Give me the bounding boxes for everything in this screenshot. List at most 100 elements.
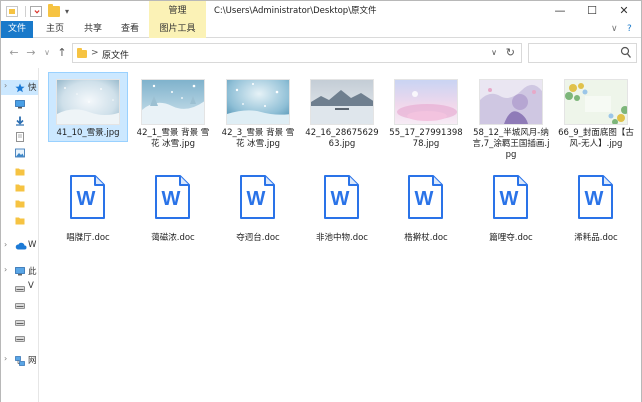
nav-item[interactable]: › 网 [1, 353, 38, 368]
svg-text:W: W [331, 188, 350, 210]
close-button[interactable]: ✕ [608, 1, 640, 21]
nav-item-label: V [28, 281, 34, 291]
expand-chevron-icon[interactable]: › [4, 240, 7, 249]
file-tile[interactable]: W 梏擀杖.doc [387, 171, 465, 247]
back-button[interactable]: ← [6, 45, 22, 61]
nav-item[interactable] [1, 196, 38, 211]
desktop-icon [15, 100, 25, 109]
separator [25, 5, 26, 17]
file-tile[interactable]: W 浠耗品.doc [557, 171, 635, 247]
image-thumbnail [226, 79, 290, 125]
file-tile[interactable]: 41_10_雪景.jpg [48, 72, 128, 142]
nav-item[interactable] [1, 129, 38, 144]
nav-item-label: 此 [28, 267, 37, 277]
drive-icon [15, 302, 25, 311]
file-name: 蔼磁浓.doc [151, 233, 195, 243]
image-thumbnail [141, 79, 205, 125]
wps-word-icon: W [577, 175, 613, 219]
expand-ribbon-icon[interactable]: ∨ [611, 22, 618, 37]
file-name: 夺迥台.doc [236, 233, 280, 243]
file-tile[interactable]: 58_12_半城风月-纳言,7_涂羁王国插画.jpg [472, 73, 550, 169]
nav-item[interactable]: V [1, 280, 38, 295]
refresh-button[interactable]: ↻ [506, 46, 515, 59]
expand-chevron-icon[interactable]: › [4, 265, 7, 274]
search-input[interactable] [528, 43, 637, 63]
svg-text:W: W [500, 188, 519, 210]
help-icon[interactable]: ? [627, 22, 632, 37]
app-icon [6, 5, 18, 17]
file-tile[interactable]: 55_17_2799139878.jpg [387, 73, 465, 169]
file-name: 42_1_雪景 背景 雪花 冰雪.jpg [136, 128, 210, 149]
breadcrumb[interactable]: 原文件 [102, 48, 129, 61]
tab-view[interactable]: 查看 [114, 21, 146, 38]
file-tile[interactable]: W 篇哩夺.doc [472, 171, 550, 247]
file-tile[interactable]: 42_16_2867562963.jpg [303, 73, 381, 169]
file-name: 41_10_雪景.jpg [56, 128, 120, 138]
svg-text:W: W [247, 188, 266, 210]
file-tile[interactable]: 42_1_雪景 背景 雪花 冰雪.jpg [134, 73, 212, 169]
file-tile[interactable]: 42_3_雪景 背景 雪花 冰雪.jpg [219, 73, 297, 169]
file-name: 42_3_雪景 背景 雪花 冰雪.jpg [221, 128, 295, 149]
image-thumbnail [56, 79, 120, 125]
tab-share[interactable]: 共享 [77, 21, 109, 38]
breadcrumb-separator[interactable]: > [91, 48, 99, 58]
new-folder-icon[interactable] [48, 3, 60, 17]
wps-word-icon: W [69, 175, 105, 219]
file-tile[interactable]: W 非池中物.doc [303, 171, 381, 247]
document-icon [15, 132, 25, 142]
navigation-pane: › 快 › W › 此 V › 网 [1, 68, 38, 402]
address-dropdown-icon[interactable]: ∨ [491, 48, 497, 57]
nav-item[interactable]: › 此 [1, 264, 38, 279]
nav-item[interactable] [1, 213, 38, 228]
drive-icon [15, 319, 25, 328]
customize-qa-icon[interactable]: ▾ [65, 7, 69, 16]
properties-icon[interactable] [30, 5, 42, 17]
expand-chevron-icon[interactable]: › [4, 354, 7, 363]
svg-text:W: W [77, 188, 96, 210]
file-name: 唱牒厅.doc [66, 233, 110, 243]
onedrive-icon [15, 242, 27, 251]
network-icon [15, 356, 25, 366]
recent-locations-button[interactable]: ∨ [39, 45, 55, 61]
wps-word-icon: W [154, 175, 190, 219]
file-tile[interactable]: W 夺迥台.doc [219, 171, 297, 247]
svg-text:W: W [162, 188, 181, 210]
file-tile[interactable]: 66_9_封面底图【古风-无人】.jpg [557, 73, 635, 169]
quick-access-toolbar: ▾ [6, 3, 69, 18]
wps-word-icon: W [323, 175, 359, 219]
wps-word-icon: W [407, 175, 443, 219]
tab-picture-tools[interactable]: 图片工具 [149, 21, 206, 38]
address-bar[interactable]: > 原文件 ∨ ↻ [72, 43, 522, 63]
picture-icon [15, 148, 25, 158]
nav-item[interactable] [1, 297, 38, 312]
nav-item[interactable] [1, 97, 38, 112]
expand-chevron-icon[interactable]: › [4, 81, 7, 90]
minimize-button[interactable]: — [544, 1, 576, 21]
maximize-button[interactable]: ☐ [576, 1, 608, 21]
file-name: 篇哩夺.doc [489, 233, 533, 243]
nav-item[interactable] [1, 180, 38, 195]
tab-home[interactable]: 主页 [39, 21, 71, 38]
file-tile[interactable]: W 唱牒厅.doc [49, 171, 127, 247]
up-button[interactable]: ↑ [54, 45, 70, 61]
image-thumbnail [564, 79, 628, 125]
nav-item[interactable] [1, 145, 38, 160]
this-pc-icon [15, 267, 25, 276]
star-icon [15, 83, 25, 93]
context-tab-manage[interactable]: 管理 [149, 1, 206, 21]
nav-item[interactable]: › 快 [1, 80, 38, 95]
nav-item[interactable] [1, 113, 38, 128]
folder-icon [15, 199, 25, 208]
forward-button[interactable]: → [23, 45, 39, 61]
wps-word-icon: W [239, 175, 275, 219]
file-name: 66_9_封面底图【古风-无人】.jpg [558, 128, 634, 149]
tab-file[interactable]: 文件 [1, 21, 33, 38]
nav-item[interactable]: › W [1, 239, 38, 254]
wps-word-icon: W [492, 175, 528, 219]
nav-item[interactable] [1, 314, 38, 329]
nav-item[interactable] [1, 330, 38, 345]
file-tile[interactable]: W 蔼磁浓.doc [134, 171, 212, 247]
image-thumbnail [479, 79, 543, 125]
title-bar: ▾ 管理 C:\Users\Administrator\Desktop\原文件 … [1, 1, 641, 21]
nav-item[interactable] [1, 164, 38, 179]
